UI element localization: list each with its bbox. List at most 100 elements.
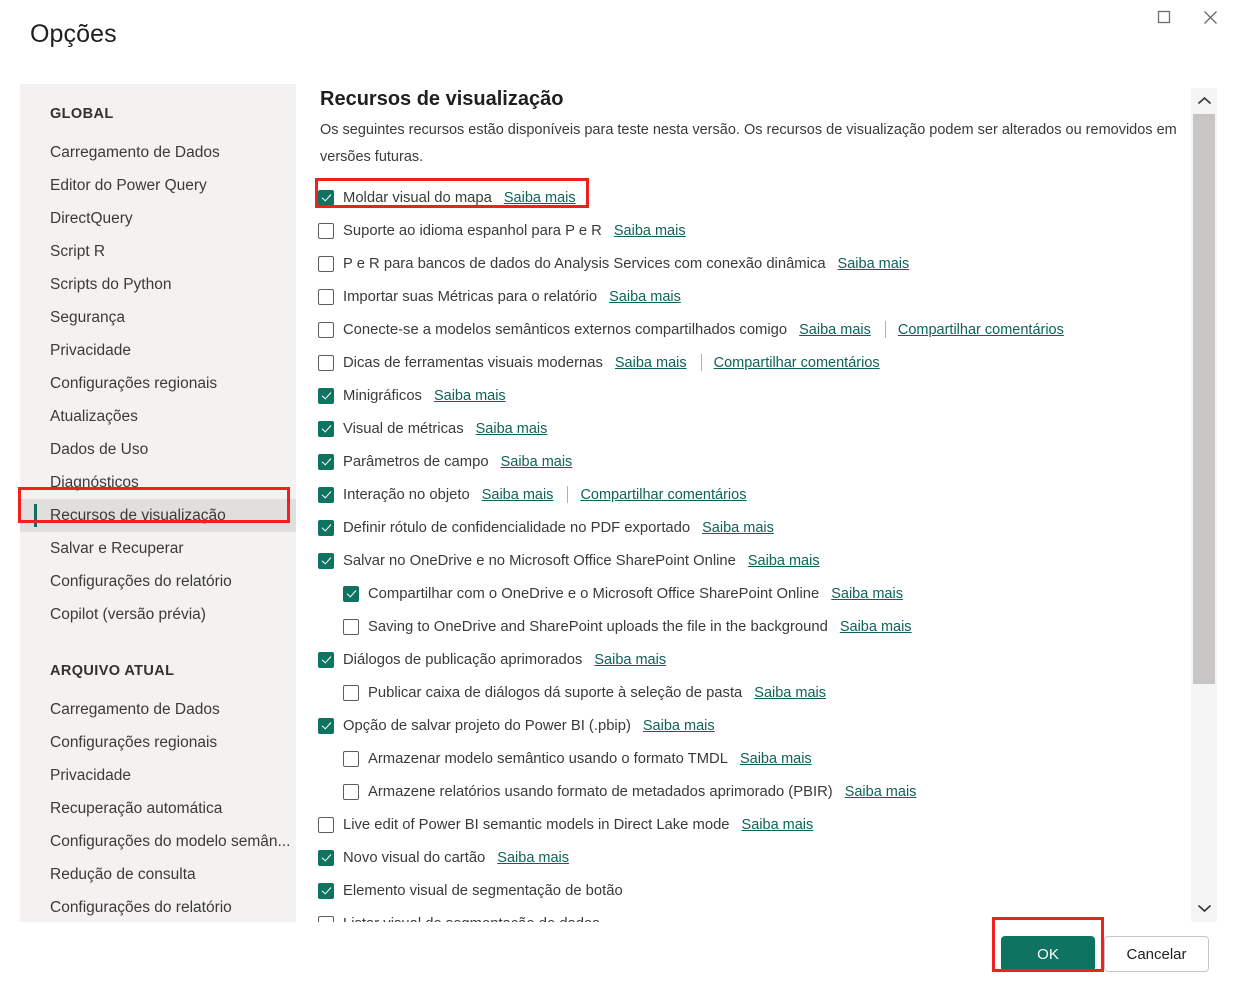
checkbox-unchecked-icon[interactable] xyxy=(318,321,334,338)
checkbox-checked-icon[interactable] xyxy=(343,585,359,602)
feature-row[interactable]: Listar visual de segmentação de dados xyxy=(318,907,1190,922)
feature-row[interactable]: Salvar no OneDrive e no Microsoft Office… xyxy=(318,544,1190,577)
learn-more-link[interactable]: Saiba mais xyxy=(742,817,814,833)
feature-row[interactable]: Saving to OneDrive and SharePoint upload… xyxy=(318,610,1190,643)
feature-row[interactable]: Conecte-se a modelos semânticos externos… xyxy=(318,313,1190,346)
sidebar-item-directquery[interactable]: DirectQuery xyxy=(20,202,296,235)
learn-more-link[interactable]: Saiba mais xyxy=(434,388,506,404)
sidebar-item-carregamento-de-dados[interactable]: Carregamento de Dados xyxy=(20,693,296,726)
feature-row[interactable]: Armazenar modelo semântico usando o form… xyxy=(318,742,1190,775)
learn-more-link[interactable]: Saiba mais xyxy=(501,454,573,470)
feature-row[interactable]: Minigráficos Saiba mais xyxy=(318,379,1190,412)
sidebar-item-scripts-do-python[interactable]: Scripts do Python xyxy=(20,268,296,301)
share-feedback-link[interactable]: Compartilhar comentários xyxy=(580,487,746,503)
checkbox-checked-icon[interactable] xyxy=(318,420,334,437)
sidebar-item-script-r[interactable]: Script R xyxy=(20,235,296,268)
close-button[interactable] xyxy=(1187,0,1233,34)
feature-row[interactable]: Definir rótulo de confidencialidade no P… xyxy=(318,511,1190,544)
sidebar-item-configura-es-do-modelo-sem-n[interactable]: Configurações do modelo semân... xyxy=(20,825,296,858)
sidebar-item-copilot-vers-o-pr-via[interactable]: Copilot (versão prévia) xyxy=(20,598,296,631)
scroll-down-button[interactable] xyxy=(1191,896,1217,922)
learn-more-link[interactable]: Saiba mais xyxy=(614,223,686,239)
feature-row[interactable]: Diálogos de publicação aprimorados Saiba … xyxy=(318,643,1190,676)
checkbox-unchecked-icon[interactable] xyxy=(318,816,334,833)
feature-row[interactable]: Moldar visual do mapa Saiba mais xyxy=(318,181,1190,214)
feature-row[interactable]: Interação no objeto Saiba mais Compartilha… xyxy=(318,478,1190,511)
sidebar-item-seguran-a[interactable]: Segurança xyxy=(20,301,296,334)
learn-more-link[interactable]: Saiba mais xyxy=(748,553,820,569)
sidebar-item-salvar-e-recuperar[interactable]: Salvar e Recuperar xyxy=(20,532,296,565)
maximize-button[interactable] xyxy=(1141,0,1187,34)
feature-row[interactable]: Suporte ao idioma espanhol para P e R Sai… xyxy=(318,214,1190,247)
checkbox-checked-icon[interactable] xyxy=(318,486,334,503)
checkbox-unchecked-icon[interactable] xyxy=(318,222,334,239)
scrollbar-track[interactable] xyxy=(1191,114,1217,896)
learn-more-link[interactable]: Saiba mais xyxy=(840,619,912,635)
learn-more-link[interactable]: Saiba mais xyxy=(799,322,871,338)
learn-more-link[interactable]: Saiba mais xyxy=(504,190,576,206)
share-feedback-link[interactable]: Compartilhar comentários xyxy=(714,355,880,371)
checkbox-unchecked-icon[interactable] xyxy=(318,255,334,272)
checkbox-checked-icon[interactable] xyxy=(318,519,334,536)
options-sidebar[interactable]: GLOBAL Carregamento de Dados Editor do Pow… xyxy=(20,84,296,922)
sidebar-item-recursos-de-visualiza-o[interactable]: Recursos de visualização xyxy=(20,499,296,532)
checkbox-unchecked-icon[interactable] xyxy=(318,354,334,371)
checkbox-checked-icon[interactable] xyxy=(318,849,334,866)
checkbox-unchecked-icon[interactable] xyxy=(343,750,359,767)
checkbox-checked-icon[interactable] xyxy=(318,882,334,899)
feature-row[interactable]: Dicas de ferramentas visuais modernas Sai… xyxy=(318,346,1190,379)
feature-row[interactable]: Importar suas Métricas para o relatório S… xyxy=(318,280,1190,313)
share-feedback-link[interactable]: Compartilhar comentários xyxy=(898,322,1064,338)
learn-more-link[interactable]: Saiba mais xyxy=(594,652,666,668)
feature-row[interactable]: Compartilhar com o OneDrive e o Microsof… xyxy=(318,577,1190,610)
scroll-up-button[interactable] xyxy=(1191,88,1217,114)
checkbox-unchecked-icon[interactable] xyxy=(318,288,334,305)
vertical-scrollbar[interactable] xyxy=(1191,88,1217,922)
learn-more-link[interactable]: Saiba mais xyxy=(740,751,812,767)
learn-more-link[interactable]: Saiba mais xyxy=(702,520,774,536)
learn-more-link[interactable]: Saiba mais xyxy=(643,718,715,734)
checkbox-unchecked-icon[interactable] xyxy=(343,684,359,701)
sidebar-item-redu-o-de-consulta[interactable]: Redução de consulta xyxy=(20,858,296,891)
sidebar-item-configura-es-regionais[interactable]: Configurações regionais xyxy=(20,726,296,759)
feature-row[interactable]: Armazene relatórios usando formato de me… xyxy=(318,775,1190,808)
cancel-button[interactable]: Cancelar xyxy=(1104,936,1209,972)
sidebar-item-carregamento-de-dados[interactable]: Carregamento de Dados xyxy=(20,136,296,169)
sidebar-item-privacidade[interactable]: Privacidade xyxy=(20,334,296,367)
sidebar-item-configura-es-regionais[interactable]: Configurações regionais xyxy=(20,367,296,400)
learn-more-link[interactable]: Saiba mais xyxy=(838,256,910,272)
feature-row[interactable]: Opção de salvar projeto do Power BI (.pb… xyxy=(318,709,1190,742)
checkbox-checked-icon[interactable] xyxy=(318,651,334,668)
checkbox-checked-icon[interactable] xyxy=(318,453,334,470)
checkbox-checked-icon[interactable] xyxy=(318,189,334,206)
feature-row[interactable]: P e R para bancos de dados do Analysis S… xyxy=(318,247,1190,280)
sidebar-item-recupera-o-autom-tica[interactable]: Recuperação automática xyxy=(20,792,296,825)
scrollbar-thumb[interactable] xyxy=(1193,114,1215,684)
sidebar-item-dados-de-uso[interactable]: Dados de Uso xyxy=(20,433,296,466)
learn-more-link[interactable]: Saiba mais xyxy=(754,685,826,701)
checkbox-unchecked-icon[interactable] xyxy=(343,618,359,635)
learn-more-link[interactable]: Saiba mais xyxy=(476,421,548,437)
feature-row[interactable]: Publicar caixa de diálogos dá suporte à … xyxy=(318,676,1190,709)
learn-more-link[interactable]: Saiba mais xyxy=(482,487,554,503)
learn-more-link[interactable]: Saiba mais xyxy=(831,586,903,602)
sidebar-item-privacidade[interactable]: Privacidade xyxy=(20,759,296,792)
sidebar-item-diagn-sticos[interactable]: Diagnósticos xyxy=(20,466,296,499)
checkbox-unchecked-icon[interactable] xyxy=(318,915,334,922)
checkbox-unchecked-icon[interactable] xyxy=(343,783,359,800)
ok-button[interactable]: OK xyxy=(1001,936,1095,972)
checkbox-checked-icon[interactable] xyxy=(318,717,334,734)
feature-row[interactable]: Elemento visual de segmentação de botão xyxy=(318,874,1190,907)
feature-row[interactable]: Novo visual do cartão Saiba mais xyxy=(318,841,1190,874)
feature-row[interactable]: Visual de métricas Saiba mais xyxy=(318,412,1190,445)
sidebar-item-configura-es-do-relat-rio[interactable]: Configurações do relatório xyxy=(20,565,296,598)
sidebar-item-atualiza-es[interactable]: Atualizações xyxy=(20,400,296,433)
feature-row[interactable]: Parâmetros de campo Saiba mais xyxy=(318,445,1190,478)
learn-more-link[interactable]: Saiba mais xyxy=(609,289,681,305)
learn-more-link[interactable]: Saiba mais xyxy=(615,355,687,371)
learn-more-link[interactable]: Saiba mais xyxy=(845,784,917,800)
checkbox-checked-icon[interactable] xyxy=(318,387,334,404)
learn-more-link[interactable]: Saiba mais xyxy=(497,850,569,866)
feature-row[interactable]: Live edit of Power BI semantic models in… xyxy=(318,808,1190,841)
sidebar-item-configura-es-do-relat-rio[interactable]: Configurações do relatório xyxy=(20,891,296,922)
